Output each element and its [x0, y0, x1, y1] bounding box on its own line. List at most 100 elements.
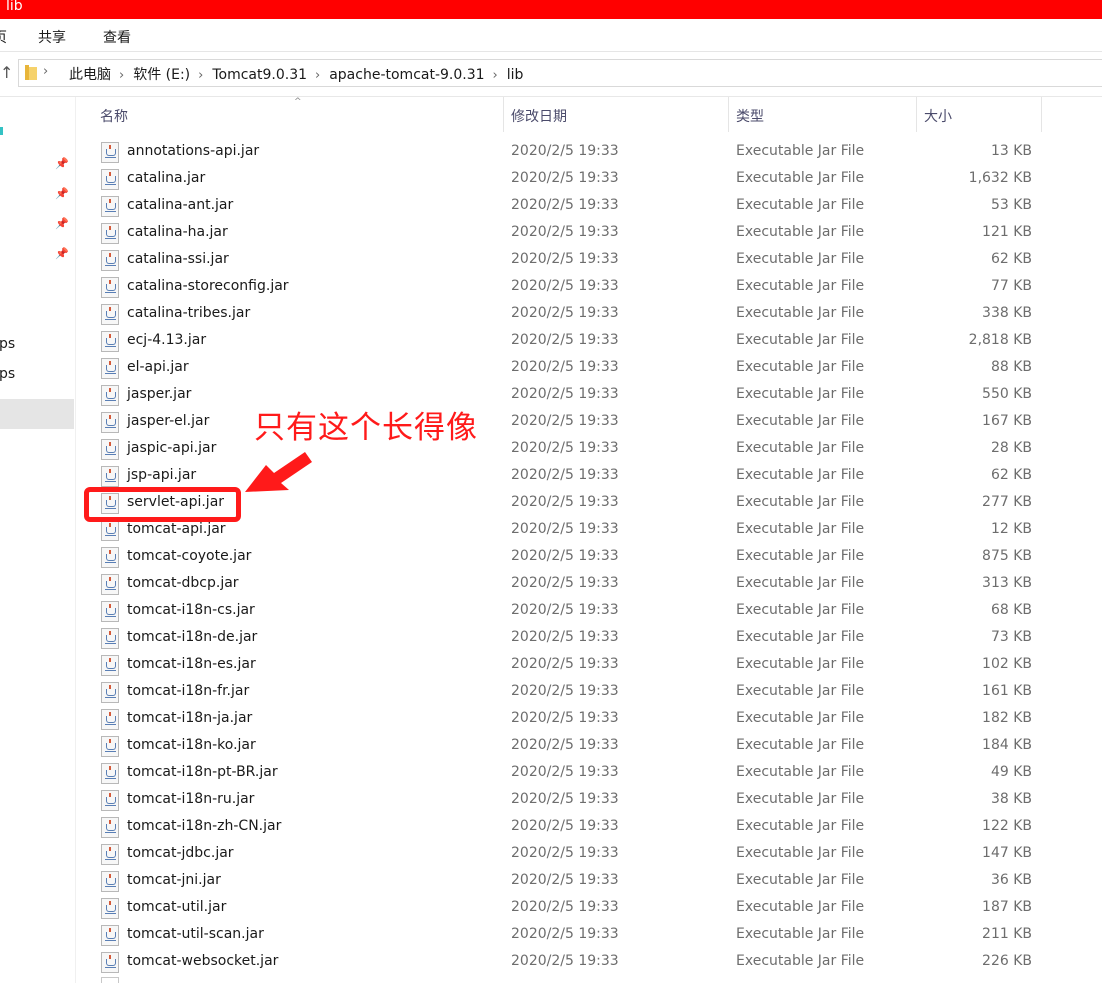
file-row[interactable]: catalina-tribes.jar 2020/2/5 19:33 Executa… — [0, 301, 1102, 328]
file-row[interactable]: jasper-el.jar 2020/2/5 19:33 Executable Ja… — [0, 409, 1102, 436]
file-date: 2020/2/5 19:33 — [511, 548, 619, 564]
file-row[interactable]: tomcat-util-scan.jar 2020/2/5 19:33 Execut… — [0, 922, 1102, 949]
file-row[interactable]: tomcat-i18n-zh-CN.jar 2020/2/5 19:33 Execu… — [0, 814, 1102, 841]
file-size: 49 KB — [990, 764, 1032, 780]
file-row[interactable]: tomcat-i18n-fr.jar 2020/2/5 19:33 Executab… — [0, 679, 1102, 706]
column-header-date[interactable]: 修改日期 — [504, 97, 728, 132]
file-row[interactable]: catalina-ha.jar 2020/2/5 19:33 Executable … — [0, 220, 1102, 247]
file-size: 122 KB — [982, 818, 1032, 834]
java-jar-icon — [101, 763, 119, 784]
file-row[interactable]: catalina-storeconfig.jar 2020/2/5 19:33 Ex… — [0, 274, 1102, 301]
file-name: tomcat-util.jar — [127, 899, 227, 915]
file-row[interactable]: tomcat-i18n-ko.jar 2020/2/5 19:33 Executab… — [0, 733, 1102, 760]
window-title: lib — [6, 0, 23, 14]
file-row[interactable]: tomcat-i18n-de.jar 2020/2/5 19:33 Executab… — [0, 625, 1102, 652]
file-date: 2020/2/5 19:33 — [511, 278, 619, 294]
file-type: Executable Jar File — [736, 386, 865, 402]
file-size: 13 KB — [990, 143, 1032, 159]
file-type: Executable Jar File — [736, 548, 865, 564]
file-type: Executable Jar File — [736, 224, 865, 240]
file-date: 2020/2/5 19:33 — [511, 926, 619, 942]
file-name: catalina-storeconfig.jar — [127, 278, 289, 294]
file-size: 77 KB — [990, 278, 1032, 294]
file-date: 2020/2/5 19:33 — [511, 143, 619, 159]
crumb-tomcat[interactable]: Tomcat9.0.31 — [212, 67, 307, 83]
column-header-name[interactable]: 名称 — [90, 97, 504, 132]
file-row[interactable]: tomcat-util.jar 2020/2/5 19:33 Executable … — [0, 895, 1102, 922]
file-size: 73 KB — [990, 629, 1032, 645]
file-date: 2020/2/5 19:33 — [511, 413, 619, 429]
file-row[interactable]: jsp-api.jar 2020/2/5 19:33 Executable Jar … — [0, 463, 1102, 490]
title-bar: lib — [0, 0, 1102, 19]
file-size: 88 KB — [990, 359, 1032, 375]
file-name: catalina-ha.jar — [127, 224, 228, 240]
file-row[interactable]: ecj-4.13.jar 2020/2/5 19:33 Executable Jar… — [0, 328, 1102, 355]
address-bar[interactable]: › 此电脑 › 软件 (E:) › Tomcat9.0.31 › apache-tomcat… — [18, 59, 1102, 87]
file-size: 187 KB — [982, 899, 1032, 915]
file-row[interactable]: tomcat-jni.jar 2020/2/5 19:33 Executable J… — [0, 868, 1102, 895]
file-row[interactable]: tomcat-websocket.jar 2020/2/5 19:33 Execut… — [0, 949, 1102, 976]
file-type: Executable Jar File — [736, 413, 865, 429]
file-row[interactable]: tomcat-dbcp.jar 2020/2/5 19:33 Executable … — [0, 571, 1102, 598]
file-row[interactable]: tomcat-coyote.jar 2020/2/5 19:33 Executabl… — [0, 544, 1102, 571]
file-row[interactable]: annotations-api.jar 2020/2/5 19:33 Executa… — [0, 139, 1102, 166]
file-name: tomcat-util-scan.jar — [127, 926, 264, 942]
crumb-this-pc[interactable]: 此电脑 — [69, 64, 111, 84]
column-divider[interactable] — [1041, 97, 1042, 132]
annotation-text: 只有这个长得像 — [254, 410, 478, 446]
file-type: Executable Jar File — [736, 710, 865, 726]
file-name: jsp-api.jar — [127, 467, 197, 483]
java-jar-icon — [101, 655, 119, 676]
file-size: 2,818 KB — [968, 332, 1032, 348]
up-arrow-icon[interactable]: ↑ — [0, 63, 14, 83]
file-size: 62 KB — [990, 251, 1032, 267]
file-row[interactable]: tomcat-i18n-ru.jar 2020/2/5 19:33 Executab… — [0, 787, 1102, 814]
file-row[interactable]: jaspic-api.jar 2020/2/5 19:33 Executable J… — [0, 436, 1102, 463]
ribbon-tabs: 页 共享 查看 — [0, 19, 1102, 52]
file-date: 2020/2/5 19:33 — [511, 656, 619, 672]
file-size: 38 KB — [990, 791, 1032, 807]
file-row[interactable]: el-api.jar 2020/2/5 19:33 Executable Jar F… — [0, 355, 1102, 382]
java-jar-icon — [101, 142, 119, 163]
file-type: Executable Jar File — [736, 305, 865, 321]
java-jar-icon — [101, 520, 119, 541]
file-date: 2020/2/5 19:33 — [511, 386, 619, 402]
file-size: 184 KB — [982, 737, 1032, 753]
file-size: 36 KB — [990, 872, 1032, 888]
crumb-apache-tomcat[interactable]: apache-tomcat-9.0.31 — [329, 67, 484, 83]
file-type: Executable Jar File — [736, 467, 865, 483]
file-size: 68 KB — [990, 602, 1032, 618]
tab-share[interactable]: 共享 — [38, 27, 66, 47]
file-name: tomcat-coyote.jar — [127, 548, 252, 564]
file-name: catalina-ssi.jar — [127, 251, 229, 267]
file-row[interactable]: tomcat-i18n-cs.jar 2020/2/5 19:33 Executab… — [0, 598, 1102, 625]
java-jar-icon — [101, 439, 119, 460]
file-size: 161 KB — [982, 683, 1032, 699]
tab-home[interactable]: 页 — [0, 27, 7, 47]
crumb-lib[interactable]: lib — [507, 67, 524, 83]
java-jar-icon — [101, 466, 119, 487]
breadcrumb: 此电脑 › 软件 (E:) › Tomcat9.0.31 › apache-tomcat-9… — [69, 64, 523, 84]
file-row[interactable]: tomcat-i18n-pt-BR.jar 2020/2/5 19:33 Execu… — [0, 760, 1102, 787]
java-jar-icon — [101, 169, 119, 190]
file-size: 53 KB — [990, 197, 1032, 213]
file-type: Executable Jar File — [736, 521, 865, 537]
column-header-type[interactable]: 类型 — [729, 97, 916, 132]
tab-view[interactable]: 查看 — [103, 27, 131, 47]
file-row[interactable]: tomcat-i18n-es.jar 2020/2/5 19:33 Executab… — [0, 652, 1102, 679]
file-type: Executable Jar File — [736, 872, 865, 888]
file-row[interactable]: tomcat-i18n-ja.jar 2020/2/5 19:33 Executab… — [0, 706, 1102, 733]
file-row[interactable]: catalina-ant.jar 2020/2/5 19:33 Executable… — [0, 193, 1102, 220]
crumb-drive[interactable]: 软件 (E:) — [133, 64, 190, 84]
file-row[interactable]: catalina-ssi.jar 2020/2/5 19:33 Executable… — [0, 247, 1102, 274]
file-date: 2020/2/5 19:33 — [511, 305, 619, 321]
file-row[interactable]: tomcat-jdbc.jar 2020/2/5 19:33 Executable … — [0, 841, 1102, 868]
file-size: 28 KB — [990, 440, 1032, 456]
file-row[interactable]: jasper.jar 2020/2/5 19:33 Executable Jar F… — [0, 382, 1102, 409]
file-type: Executable Jar File — [736, 251, 865, 267]
file-type: Executable Jar File — [736, 899, 865, 915]
column-header-size[interactable]: 大小 — [917, 97, 1041, 132]
file-size: 338 KB — [982, 305, 1032, 321]
file-size: 62 KB — [990, 467, 1032, 483]
file-row[interactable]: catalina.jar 2020/2/5 19:33 Executable Jar… — [0, 166, 1102, 193]
